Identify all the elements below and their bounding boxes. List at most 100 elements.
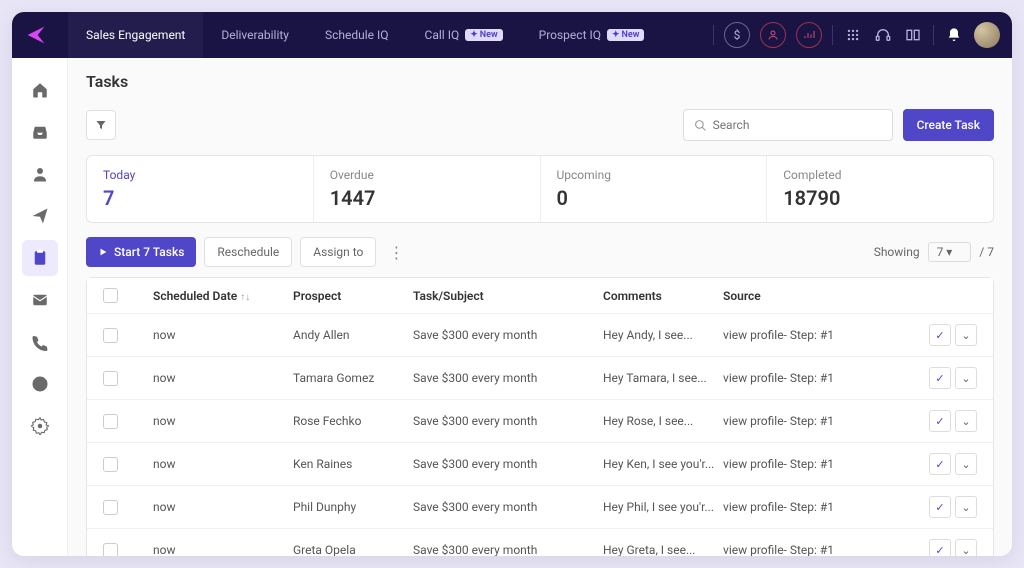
person-icon[interactable] — [22, 156, 58, 192]
row-checkbox[interactable] — [103, 500, 118, 515]
table-row[interactable]: nowGreta OpelaSave $300 every monthHey G… — [87, 529, 993, 556]
search-input[interactable] — [683, 109, 893, 141]
bell-icon[interactable] — [944, 22, 964, 48]
check-action-icon[interactable]: ✓ — [929, 324, 951, 346]
stat-label: Today — [103, 168, 297, 182]
nav-items: Sales Engagement Deliverability Schedule… — [68, 12, 662, 58]
stats-cards: Today 7 Overdue 1447 Upcoming 0 Complete… — [86, 155, 994, 223]
dropdown-action-icon[interactable]: ⌄ — [955, 453, 977, 475]
nav-call-iq[interactable]: Call IQ✦ New — [407, 12, 521, 58]
inbox-icon[interactable] — [22, 114, 58, 150]
nav-schedule-iq[interactable]: Schedule IQ — [307, 12, 407, 58]
stat-value: 7 — [103, 186, 297, 210]
col-comments[interactable]: Comments — [603, 289, 723, 303]
nav-deliverability[interactable]: Deliverability — [203, 12, 307, 58]
separator — [933, 25, 934, 45]
col-scheduled[interactable]: Scheduled Date↑↓ — [153, 289, 293, 303]
cell-task: Save $300 every month — [413, 328, 603, 342]
book-icon[interactable] — [903, 22, 923, 48]
nav-prospect-iq[interactable]: Prospect IQ✦ New — [521, 12, 663, 58]
apps-icon[interactable] — [843, 22, 863, 48]
headset-icon[interactable] — [873, 22, 893, 48]
send-icon[interactable] — [22, 198, 58, 234]
table-row[interactable]: nowAndy AllenSave $300 every monthHey An… — [87, 314, 993, 357]
cell-comments: Hey Tamara, I see... — [603, 371, 723, 385]
check-action-icon[interactable]: ✓ — [929, 410, 951, 432]
sort-icon: ↑↓ — [240, 292, 250, 303]
nav-label: Sales Engagement — [86, 28, 185, 42]
search-icon — [694, 119, 707, 132]
col-prospect[interactable]: Prospect — [293, 289, 413, 303]
cell-source: view profile- Step: #1 — [723, 371, 893, 385]
create-task-button[interactable]: Create Task — [903, 109, 994, 141]
col-source[interactable]: Source — [723, 289, 893, 303]
mail-icon[interactable] — [22, 282, 58, 318]
cell-source: view profile- Step: #1 — [723, 414, 893, 428]
table-row[interactable]: nowTamara GomezSave $300 every monthHey … — [87, 357, 993, 400]
cell-comments: Hey Greta, I see... — [603, 543, 723, 556]
page-size-select[interactable]: 7 ▾ — [928, 242, 972, 262]
play-icon — [98, 247, 108, 257]
pagination: Showing 7 ▾ / 7 — [874, 242, 994, 262]
table-row[interactable]: nowRose FechkoSave $300 every monthHey R… — [87, 400, 993, 443]
dollar-icon[interactable]: $ — [724, 22, 750, 48]
stat-today[interactable]: Today 7 — [87, 156, 314, 222]
sidebar — [12, 58, 68, 556]
assign-button[interactable]: Assign to — [300, 237, 376, 267]
check-action-icon[interactable]: ✓ — [929, 367, 951, 389]
start-tasks-button[interactable]: Start 7 Tasks — [86, 237, 196, 267]
dropdown-action-icon[interactable]: ⌄ — [955, 539, 977, 556]
dropdown-action-icon[interactable]: ⌄ — [955, 410, 977, 432]
reschedule-button[interactable]: Reschedule — [204, 237, 292, 267]
nav-label: Deliverability — [221, 28, 289, 42]
tasks-icon[interactable] — [22, 240, 58, 276]
nav-label: Schedule IQ — [325, 28, 389, 42]
cell-task: Save $300 every month — [413, 500, 603, 514]
table-row[interactable]: nowKen RainesSave $300 every monthHey Ke… — [87, 443, 993, 486]
table-row[interactable]: nowPhil DunphySave $300 every monthHey P… — [87, 486, 993, 529]
cell-source: view profile- Step: #1 — [723, 543, 893, 556]
cell-prospect: Andy Allen — [293, 328, 413, 342]
col-task[interactable]: Task/Subject — [413, 289, 603, 303]
stat-upcoming[interactable]: Upcoming 0 — [541, 156, 768, 222]
cell-scheduled: now — [153, 500, 293, 514]
check-action-icon[interactable]: ✓ — [929, 496, 951, 518]
dropdown-action-icon[interactable]: ⌄ — [955, 496, 977, 518]
more-icon[interactable]: ⋮ — [384, 237, 408, 267]
cell-source: view profile- Step: #1 — [723, 457, 893, 471]
stat-overdue[interactable]: Overdue 1447 — [314, 156, 541, 222]
reports-icon[interactable] — [22, 366, 58, 402]
row-checkbox[interactable] — [103, 328, 118, 343]
stat-value: 18790 — [783, 186, 977, 210]
row-checkbox[interactable] — [103, 457, 118, 472]
cell-scheduled: now — [153, 414, 293, 428]
cell-comments: Hey Rose, I see... — [603, 414, 723, 428]
home-icon[interactable] — [22, 72, 58, 108]
phone-icon[interactable] — [22, 324, 58, 360]
check-action-icon[interactable]: ✓ — [929, 539, 951, 556]
settings-icon[interactable] — [22, 408, 58, 444]
dropdown-action-icon[interactable]: ⌄ — [955, 367, 977, 389]
cell-task: Save $300 every month — [413, 543, 603, 556]
nav-sales-engagement[interactable]: Sales Engagement — [68, 12, 203, 58]
search-field[interactable] — [713, 118, 882, 132]
row-checkbox[interactable] — [103, 371, 118, 386]
nav-label: Call IQ — [425, 28, 460, 42]
app-window: Sales Engagement Deliverability Schedule… — [12, 12, 1012, 556]
filter-button[interactable] — [86, 110, 116, 140]
stat-label: Completed — [783, 168, 977, 182]
cell-scheduled: now — [153, 328, 293, 342]
avatar[interactable] — [974, 22, 1000, 48]
dropdown-action-icon[interactable]: ⌄ — [955, 324, 977, 346]
select-all-checkbox[interactable] — [103, 288, 118, 303]
chart-icon[interactable] — [796, 22, 822, 48]
logo-icon[interactable] — [24, 23, 48, 47]
row-checkbox[interactable] — [103, 414, 118, 429]
cell-prospect: Greta Opela — [293, 543, 413, 556]
stat-completed[interactable]: Completed 18790 — [767, 156, 993, 222]
user-icon[interactable] — [760, 22, 786, 48]
check-action-icon[interactable]: ✓ — [929, 453, 951, 475]
cell-comments: Hey Ken, I see you'r... — [603, 457, 723, 471]
row-checkbox[interactable] — [103, 543, 118, 557]
separator — [832, 25, 833, 45]
